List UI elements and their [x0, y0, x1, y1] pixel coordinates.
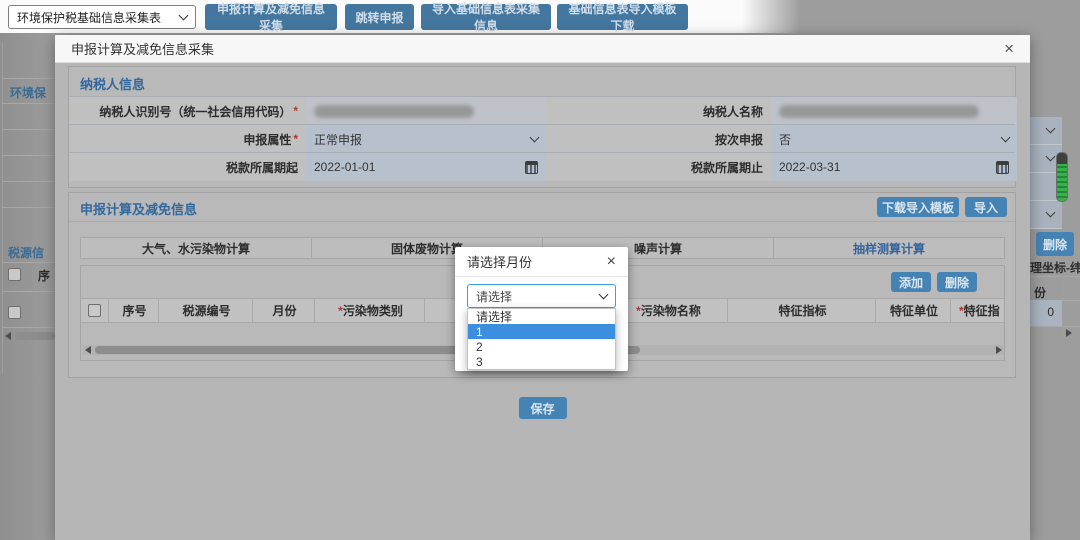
tab-air-water[interactable]: 大气、水污染物计算: [81, 238, 312, 258]
month-option[interactable]: 请选择: [468, 309, 615, 324]
chevron-down-icon: [530, 133, 540, 143]
redacted-value: [314, 105, 474, 118]
bg-select-row[interactable]: [1030, 201, 1062, 229]
period-start-datepicker[interactable]: 2022-01-01: [306, 153, 546, 181]
taxpayer-name-label: 纳税人名称: [546, 97, 771, 125]
bg-cell: 0: [1030, 300, 1062, 326]
bg-section-title: 税源信: [8, 244, 55, 261]
chevron-down-icon: [1046, 152, 1056, 162]
chevron-down-icon: [1001, 133, 1011, 143]
per-time-declare-label: 按次申报: [546, 125, 771, 153]
scroll-left-icon[interactable]: [85, 346, 91, 354]
add-row-button[interactable]: 添加: [891, 272, 931, 292]
dialog-header: 请选择月份 ×: [455, 247, 628, 277]
collect-declare-calc-button[interactable]: 申报计算及减免信息采集: [205, 4, 337, 30]
period-end-datepicker[interactable]: 2022-03-31: [771, 153, 1017, 181]
download-template-button[interactable]: 下载导入模板: [877, 197, 959, 217]
col-month: 月份: [253, 298, 315, 323]
taxpayer-name-field[interactable]: [771, 97, 1017, 125]
divider: [2, 43, 3, 373]
background-left-strip: 环境保 税源信 序: [0, 33, 55, 540]
jump-declare-button[interactable]: 跳转申报: [345, 4, 414, 30]
form-type-select[interactable]: 环境保护税基础信息采集表: [8, 5, 196, 29]
bg-col-fragment-2: 份: [1034, 284, 1046, 301]
declare-attr-label: 申报属性*: [69, 125, 306, 153]
month-option[interactable]: 3: [468, 354, 615, 369]
required-asterisk: *: [293, 132, 298, 146]
import-button[interactable]: 导入: [965, 197, 1007, 217]
chevron-down-icon: [1046, 208, 1056, 218]
save-button[interactable]: 保存: [519, 397, 567, 419]
month-select-value: 请选择: [476, 288, 600, 305]
form-row: 纳税人识别号（统一社会信用代码）* 纳税人名称: [69, 96, 1015, 124]
bg-delete-button[interactable]: 删除: [1036, 232, 1074, 256]
delete-row-button[interactable]: 删除: [937, 272, 977, 292]
bg-panel-title: 环境保: [10, 84, 55, 101]
month-option-list: 请选择 1 2 3: [467, 308, 616, 370]
col-pollutant-category: *污染物类别: [315, 298, 425, 323]
month-select[interactable]: 请选择: [467, 284, 616, 308]
month-option-highlighted[interactable]: 1: [468, 324, 615, 339]
period-end-label: 税款所属期止: [546, 153, 771, 181]
import-basic-info-button[interactable]: 导入基础信息表采集信息: [421, 4, 551, 30]
select-all-cell: [81, 298, 109, 323]
calendar-icon: [996, 161, 1009, 174]
chevron-down-icon: [179, 11, 189, 21]
col-tax-source-no: 税源编号: [159, 298, 253, 323]
select-all-checkbox[interactable]: [88, 304, 101, 317]
form-row: 申报属性* 正常申报 按次申报 否: [69, 124, 1015, 152]
top-toolbar: 环境保护税基础信息采集表 申报计算及减免信息采集 跳转申报 导入基础信息表采集信…: [0, 0, 800, 33]
calendar-icon: [525, 161, 538, 174]
chevron-down-icon: [1046, 124, 1056, 134]
download-basic-template-button[interactable]: 基础信息表导入模板下载: [557, 4, 688, 30]
col-feature-index: 特征指标: [728, 298, 876, 323]
month-option[interactable]: 2: [468, 339, 615, 354]
tab-sampling[interactable]: 抽样测算计算: [774, 238, 1004, 258]
scroll-right-icon[interactable]: [1066, 329, 1072, 337]
bg-cell-value: 0: [1047, 305, 1054, 319]
bg-header-checkbox[interactable]: [8, 268, 21, 281]
modal-title: 申报计算及减免信息采集: [71, 39, 1004, 58]
dialog-title: 请选择月份: [467, 252, 607, 271]
form-type-select-value: 环境保护税基础信息采集表: [17, 9, 180, 26]
required-asterisk: *: [293, 104, 298, 118]
bg-select-row[interactable]: [1030, 117, 1062, 145]
col-feature-unit: 特征单位: [876, 298, 951, 323]
taxpayer-id-field[interactable]: [306, 97, 546, 125]
bg-col-fragment: 理坐标-纬: [1030, 259, 1080, 276]
declare-attr-select[interactable]: 正常申报: [306, 125, 546, 153]
scroll-right-icon[interactable]: [996, 346, 1002, 354]
per-time-declare-select[interactable]: 否: [771, 125, 1017, 153]
month-select-dialog: 请选择月份 × 请选择 请选择 1 2 3: [455, 247, 628, 371]
scrollbar-cap: [1057, 153, 1067, 164]
col-seq: 序号: [109, 298, 159, 323]
col-feature-value: *特征指: [951, 298, 1004, 323]
bg-col-header: 序: [38, 267, 50, 284]
chevron-down-icon: [599, 290, 609, 300]
vertical-scrollbar-green[interactable]: [1056, 152, 1068, 202]
taxpayer-id-label: 纳税人识别号（统一社会信用代码）*: [69, 97, 306, 125]
calc-section-title: 申报计算及减免信息: [80, 199, 197, 218]
modal-header: 申报计算及减免信息采集 ×: [55, 35, 1030, 63]
close-icon[interactable]: ×: [1004, 40, 1014, 57]
redacted-value: [779, 105, 979, 118]
scroll-left-icon[interactable]: [5, 332, 11, 340]
bg-hscrollbar-thumb[interactable]: [15, 332, 55, 340]
taxpayer-info-panel: 纳税人信息 纳税人识别号（统一社会信用代码）* 纳税人名称 申报: [68, 66, 1016, 188]
form-row: 税款所属期起 2022-01-01 税款所属期止 2022-03-31: [69, 152, 1015, 180]
period-start-label: 税款所属期起: [69, 153, 306, 181]
close-icon[interactable]: ×: [607, 254, 616, 270]
app-root: 环境保护税基础信息采集表 申报计算及减免信息采集 跳转申报 导入基础信息表采集信…: [0, 0, 1080, 540]
taxpayer-section-title: 纳税人信息: [80, 74, 145, 93]
bg-row-checkbox[interactable]: [8, 306, 21, 319]
background-right-strip: 删除 理坐标-纬 份 0: [1030, 33, 1080, 540]
